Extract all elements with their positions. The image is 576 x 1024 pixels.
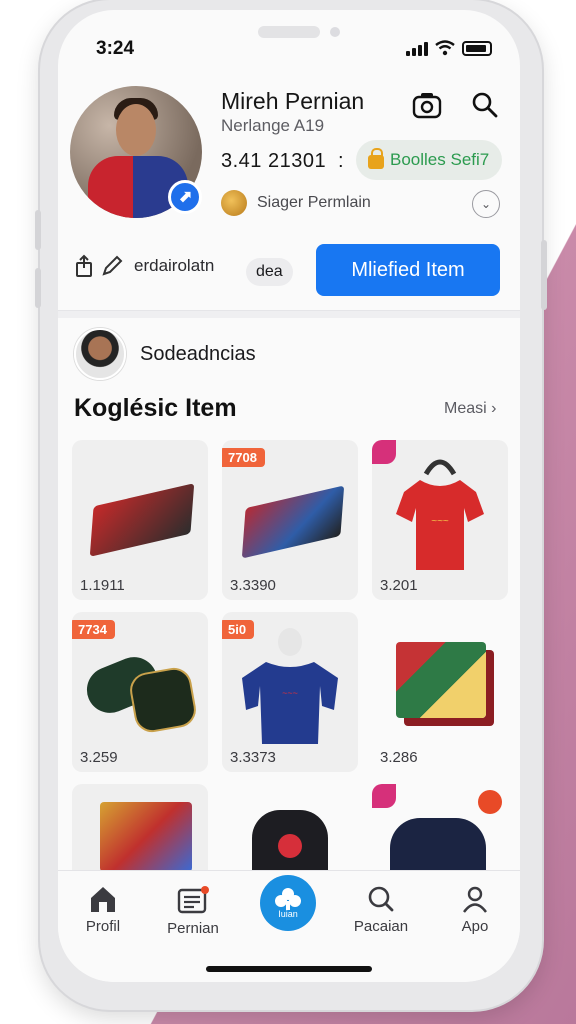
poster-name: Sodeadncias: [140, 342, 256, 365]
profile-stat: 3.41 21301: [221, 150, 327, 172]
gift-box-image: [100, 802, 192, 872]
poster-avatar: [74, 328, 126, 380]
product-price: 3.286: [380, 749, 418, 766]
product-price: 3.201: [380, 577, 418, 594]
svg-text:~~~: ~~~: [282, 688, 298, 698]
signal-icon: [406, 40, 428, 56]
volume-down-button: [35, 268, 41, 308]
share-icon[interactable]: [74, 254, 94, 278]
edit-pencil-icon[interactable]: [100, 254, 124, 278]
nav-label: Apo: [461, 918, 489, 935]
modified-item-button[interactable]: Mliefied Item: [316, 244, 500, 296]
product-card[interactable]: 1.1911: [72, 440, 208, 600]
nav-label: Pacaian: [353, 918, 409, 935]
product-ribbon: [372, 784, 396, 808]
search-icon: [472, 92, 498, 118]
product-card[interactable]: ~~~ 3.201: [372, 440, 508, 600]
wifi-icon: [435, 40, 455, 56]
box-set-image: [396, 642, 486, 718]
product-ribbon: 7708: [222, 448, 265, 467]
expand-button[interactable]: ⌄: [472, 190, 500, 218]
follower-row[interactable]: Siager Permlain: [221, 190, 371, 216]
poster-row[interactable]: Sodeadncias: [74, 328, 256, 380]
nav-pernian[interactable]: Pernian: [148, 885, 238, 937]
see-more-link[interactable]: Measi ›: [444, 400, 496, 418]
product-card[interactable]: 5i0 ~~~ 3.3373: [222, 612, 358, 772]
speaker-grill: [258, 26, 320, 38]
nav-pacaian[interactable]: Pacaian: [336, 885, 426, 935]
badge-dot: [478, 790, 502, 814]
home-icon: [91, 887, 115, 912]
battery-icon: [462, 41, 492, 56]
person-icon: [463, 886, 487, 913]
camera-icon: [412, 93, 442, 119]
profile-avatar[interactable]: ⬈: [70, 86, 202, 218]
backpack-logo: [278, 834, 302, 858]
status-pill-label: Boolles Sefi7: [390, 150, 490, 169]
mannequin-jersey-image: ~~~: [242, 628, 338, 744]
card-case-image: [241, 485, 345, 559]
nav-center-button[interactable]: Iuian: [260, 875, 316, 931]
nav-apo[interactable]: Apo: [430, 885, 520, 935]
tag-chip[interactable]: dea: [246, 258, 293, 286]
svg-text:~~~: ~~~: [431, 516, 449, 527]
profile-name: Mireh Pernian: [221, 88, 365, 114]
product-price: 1.1911: [80, 577, 125, 594]
camera-button[interactable]: [410, 88, 444, 122]
news-icon: [177, 886, 209, 914]
product-price: 3.259: [80, 749, 118, 766]
nav-label: Pernian: [167, 920, 219, 937]
status-time: 3:24: [96, 38, 135, 59]
nav-profil[interactable]: Profil: [58, 885, 148, 935]
stat-separator: :: [338, 150, 344, 172]
club-icon: [275, 888, 301, 910]
card-case-image: [89, 483, 195, 557]
nav-label: Profil: [85, 918, 121, 935]
head-art: [116, 104, 156, 156]
action-row: erdairolatn: [74, 254, 214, 278]
product-ribbon: 7734: [72, 620, 115, 639]
follower-label: Siager Permlain: [257, 194, 371, 211]
power-button: [541, 240, 547, 310]
home-indicator: [206, 966, 372, 972]
profile-subtitle: Nerlange A19: [221, 116, 325, 135]
chevron-down-icon: ⌄: [480, 197, 492, 211]
product-card[interactable]: 3.286: [372, 612, 508, 772]
search-button[interactable]: [468, 88, 502, 122]
lock-icon: [368, 148, 384, 169]
product-card[interactable]: 7708 3.3390: [222, 440, 358, 600]
product-price: 3.3373: [230, 749, 276, 766]
status-icons: [406, 40, 492, 56]
volume-up-button: [35, 210, 41, 250]
action-label[interactable]: erdairolatn: [134, 256, 214, 276]
status-pill[interactable]: Boolles Sefi7: [356, 140, 502, 180]
verified-badge-icon: ⬈: [168, 180, 202, 214]
app-screen: 3:24 ⬈ Mireh Pernian Nerlange A19 3.41 2…: [58, 10, 520, 982]
section-divider: [58, 310, 520, 318]
follower-avatar: [221, 190, 247, 216]
section-title: Koglésic Item: [74, 394, 237, 422]
slipper-image: [127, 665, 199, 735]
chevron-right-icon: ›: [491, 400, 497, 417]
product-price: 3.3390: [230, 577, 276, 594]
jersey-image: ~~~: [396, 459, 484, 570]
see-more-label: Measi: [444, 400, 487, 417]
nav-label: Iuian: [278, 909, 298, 919]
camera-dot: [330, 27, 340, 37]
search-icon: [368, 886, 394, 912]
product-card[interactable]: 7734 3.259: [72, 612, 208, 772]
